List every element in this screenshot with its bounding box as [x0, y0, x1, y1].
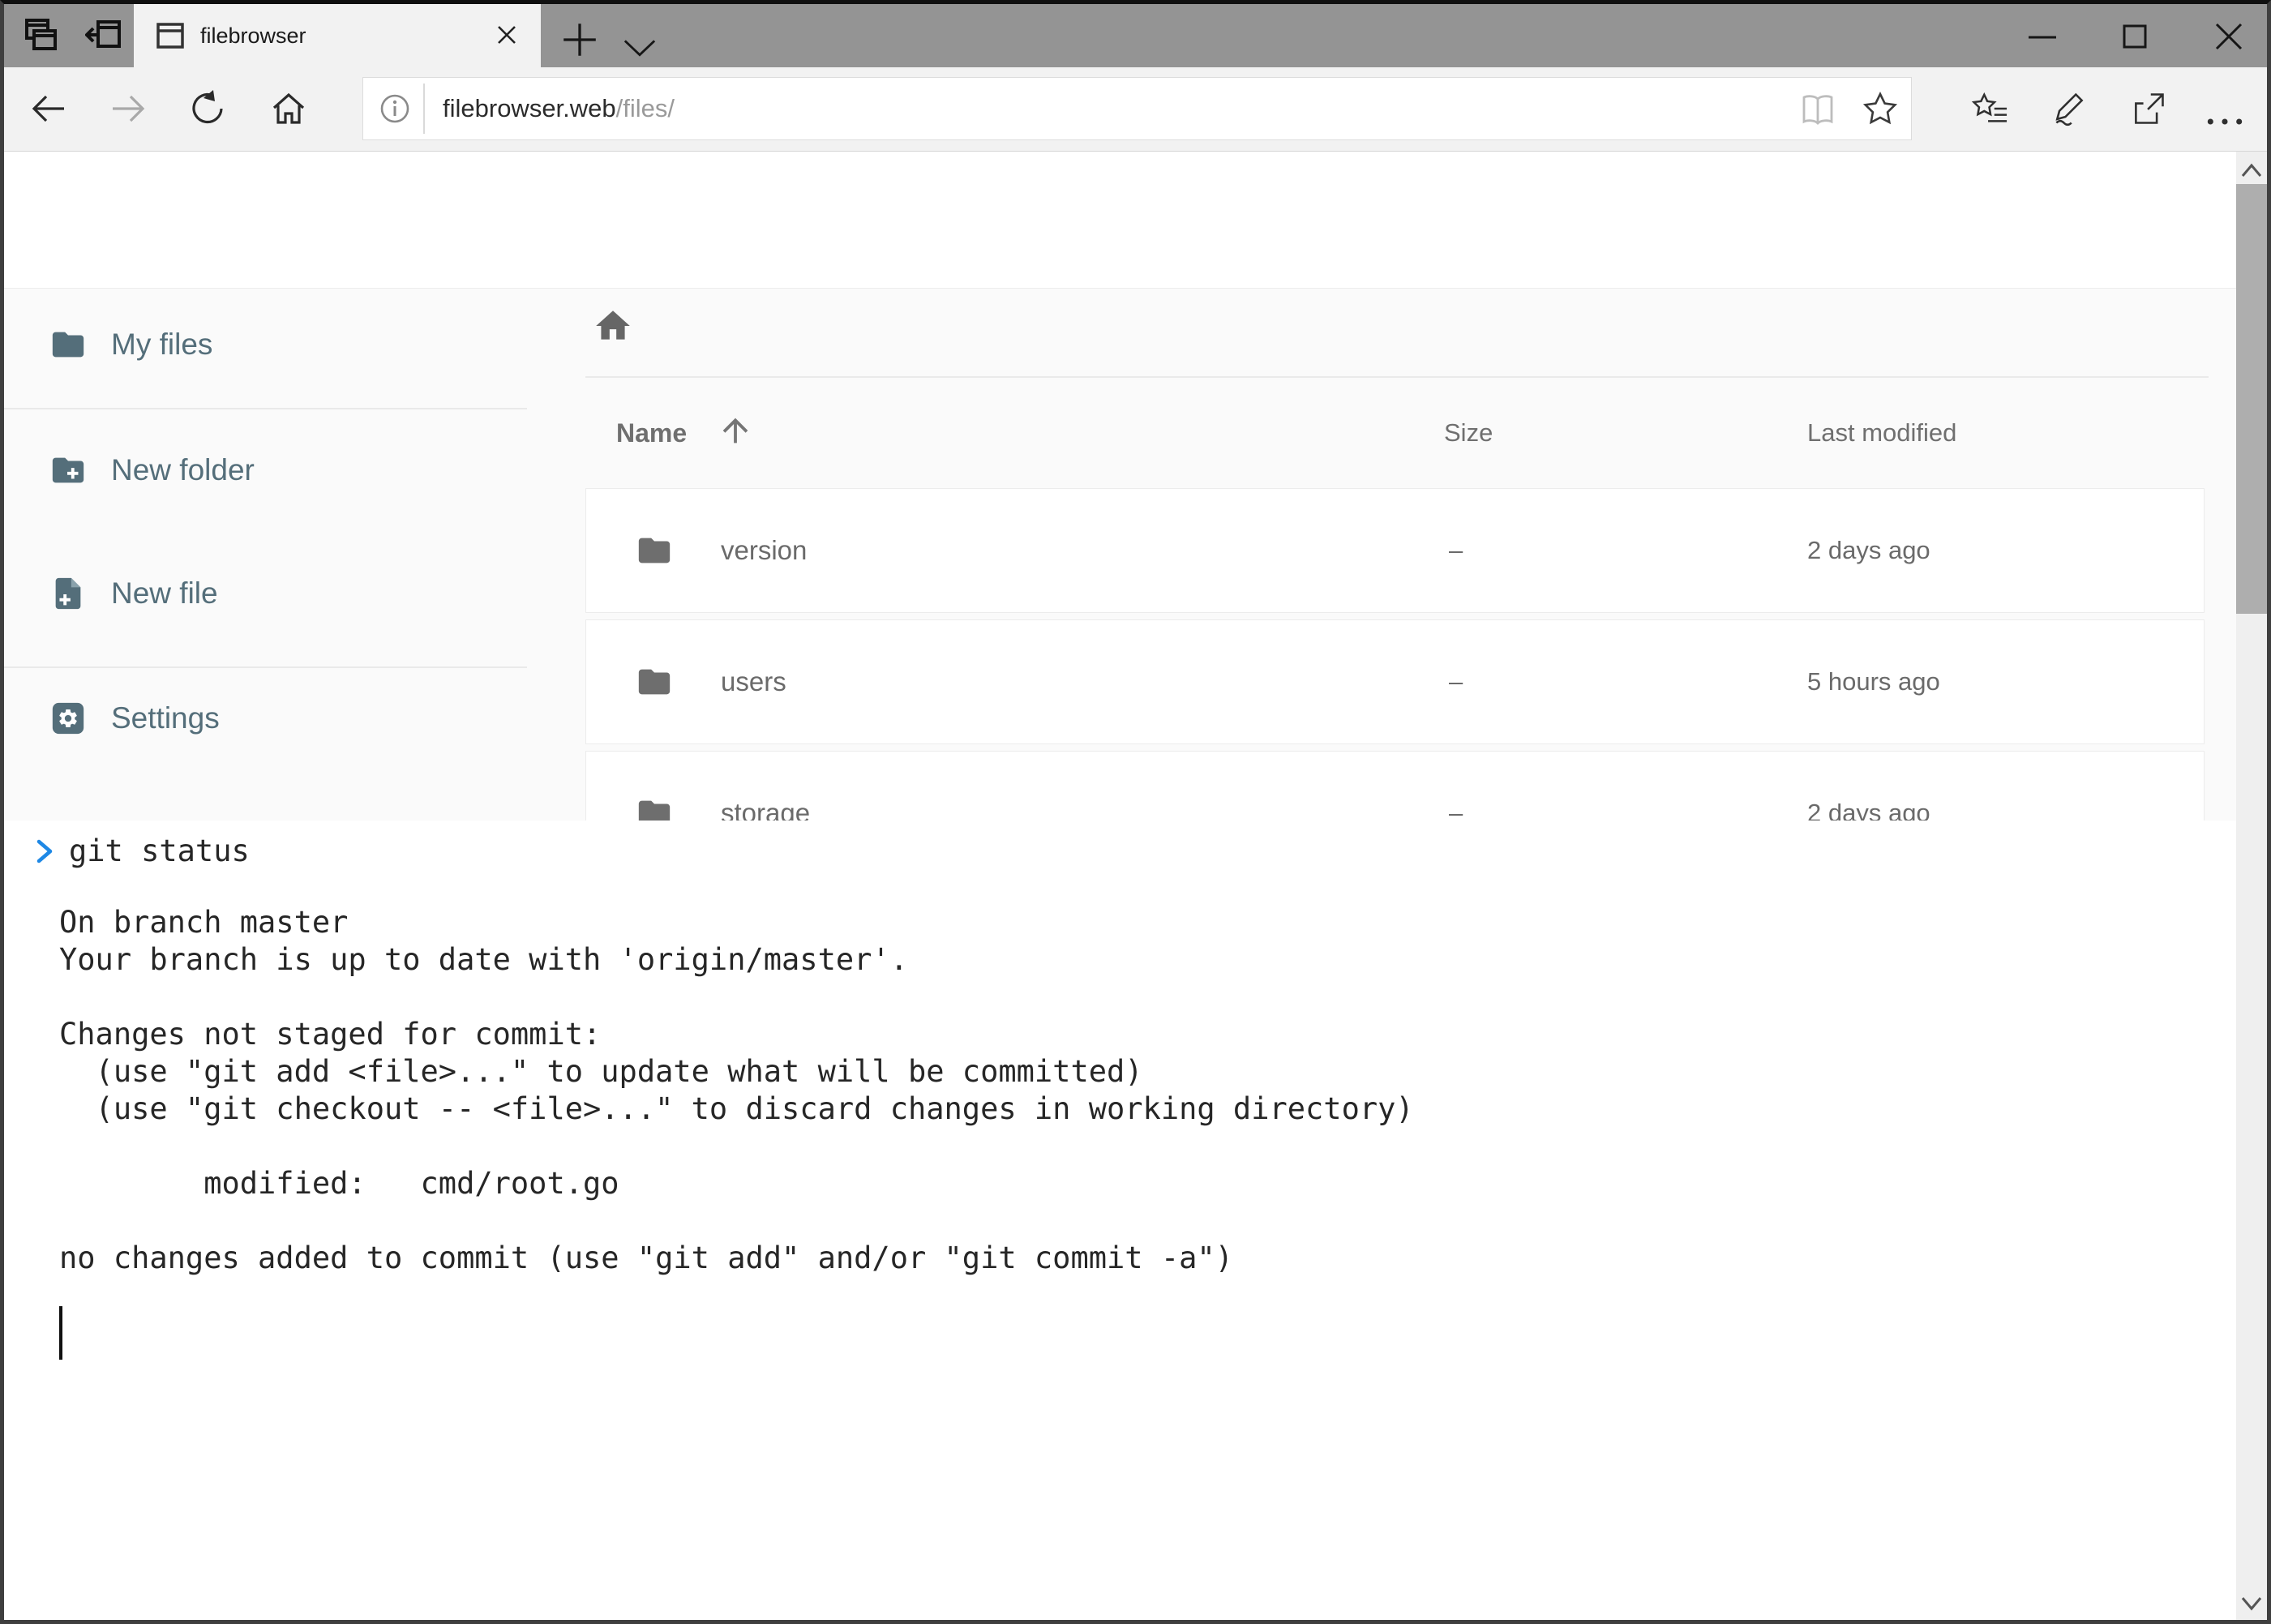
file-modified: 2 days ago — [1807, 536, 1930, 565]
url-divider — [423, 84, 425, 134]
breadcrumb-home-icon[interactable] — [593, 306, 633, 346]
scroll-up-icon[interactable] — [2239, 161, 2264, 179]
settings-icon — [49, 700, 87, 737]
folder-icon — [632, 532, 676, 569]
sidebar-item-label: Settings — [111, 701, 220, 735]
scroll-down-icon[interactable] — [2239, 1595, 2264, 1613]
tab-list-chevron-icon[interactable] — [622, 28, 658, 67]
web-note-pen-icon[interactable] — [2050, 90, 2088, 127]
browser-window: filebrowser — [0, 0, 2271, 1624]
sidebar-item-my-files[interactable]: My files — [4, 300, 527, 389]
tab-title: filebrowser — [200, 24, 306, 49]
address-field[interactable]: filebrowser.web/files/ — [362, 77, 1912, 140]
reading-view-icon[interactable] — [1799, 92, 1836, 126]
terminal-prompt-line: git status — [33, 833, 250, 868]
tab-preview-icon[interactable] — [24, 15, 59, 54]
browser-tab[interactable]: filebrowser — [134, 4, 541, 67]
file-modified: 5 hours ago — [1807, 667, 1940, 696]
file-name: users — [721, 666, 786, 697]
addressbar: filebrowser.web/files/ — [4, 67, 2267, 152]
close-button[interactable] — [2211, 19, 2247, 54]
sidebar-divider — [4, 408, 527, 409]
more-options-icon[interactable] — [2206, 103, 2243, 140]
file-size: – — [1449, 667, 1463, 696]
folder-icon — [49, 326, 87, 363]
sidebar-divider — [4, 666, 527, 668]
sidebar-item-new-folder[interactable]: New folder — [4, 426, 527, 515]
new-tab-icon[interactable] — [562, 20, 598, 59]
sidebar-item-label: New file — [111, 576, 218, 611]
column-header-name[interactable]: Name — [616, 418, 687, 448]
back-icon[interactable] — [30, 90, 67, 127]
home-icon[interactable] — [270, 90, 307, 127]
page-icon — [155, 20, 186, 51]
sidebar-item-new-file[interactable]: New file — [4, 549, 527, 638]
new-folder-icon — [49, 452, 87, 489]
favorite-star-icon[interactable] — [1861, 90, 1900, 129]
page-scrollbar[interactable] — [2236, 152, 2267, 1624]
terminal-panel[interactable]: git status On branch master Your branch … — [4, 821, 2236, 1624]
app-header — [4, 152, 2236, 289]
sort-ascending-icon[interactable] — [717, 410, 754, 451]
terminal-cursor — [59, 1306, 62, 1360]
url-path: /files/ — [616, 94, 675, 122]
new-file-icon — [49, 575, 87, 612]
file-size: – — [1449, 536, 1463, 565]
scrollbar-thumb[interactable] — [2236, 184, 2267, 614]
set-tabs-aside-icon[interactable] — [85, 15, 121, 54]
sidebar-item-settings[interactable]: Settings — [4, 674, 527, 763]
column-header-modified[interactable]: Last modified — [1807, 418, 1956, 448]
url-host: filebrowser.web — [443, 94, 616, 122]
maximize-button[interactable] — [2117, 19, 2153, 54]
tab-close-icon[interactable] — [492, 20, 521, 49]
minimize-button[interactable] — [2025, 19, 2060, 54]
refresh-icon[interactable] — [189, 90, 226, 127]
terminal-output: On branch master Your branch is up to da… — [59, 904, 1414, 1277]
share-icon[interactable] — [2130, 90, 2167, 127]
site-info-icon[interactable] — [379, 93, 410, 124]
column-header-size[interactable]: Size — [1444, 418, 1493, 448]
titlebar: filebrowser — [4, 4, 2267, 67]
folder-icon — [632, 663, 676, 701]
hub-favorites-icon[interactable] — [1971, 90, 2008, 127]
file-row-users[interactable]: users – 5 hours ago — [585, 619, 2205, 744]
sidebar-item-label: New folder — [111, 453, 255, 487]
sidebar: My files New folder New file — [4, 289, 527, 821]
sidebar-item-label: My files — [111, 328, 212, 362]
terminal-command: git status — [69, 833, 250, 868]
file-name: version — [721, 535, 807, 566]
file-row-version[interactable]: version – 2 days ago — [585, 488, 2205, 613]
prompt-chevron-icon — [33, 835, 56, 868]
forward-icon[interactable] — [109, 90, 147, 127]
breadcrumb-divider — [585, 376, 2209, 378]
url-text: filebrowser.web/files/ — [443, 94, 675, 123]
